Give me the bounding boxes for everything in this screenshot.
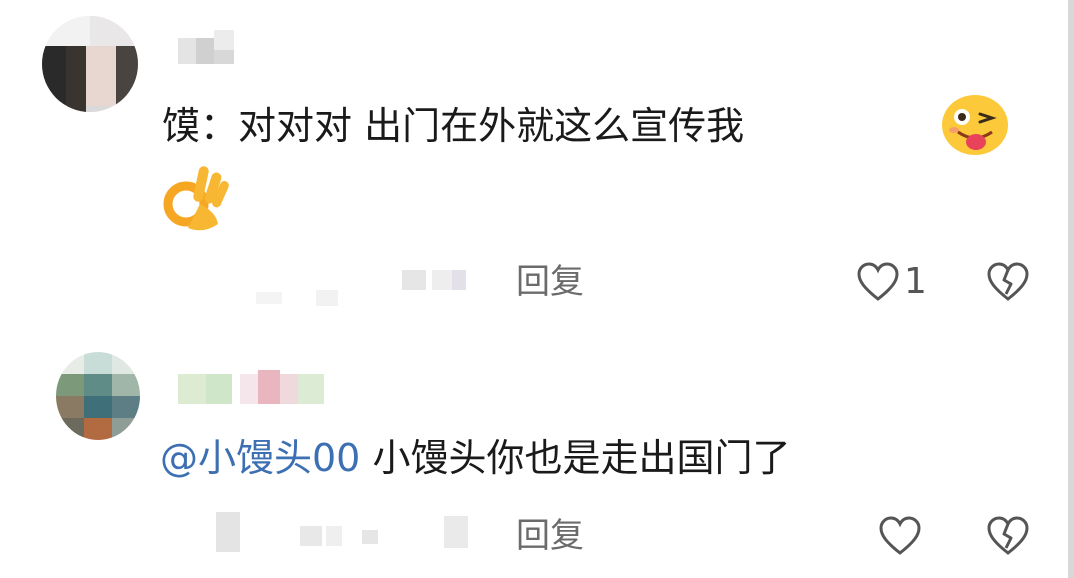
comment-prefix: 馍： xyxy=(162,104,239,148)
reply-button[interactable]: 回复 xyxy=(516,262,584,302)
timestamp-blurred xyxy=(216,512,476,556)
ok-hand-emoji xyxy=(163,166,229,231)
heart-icon xyxy=(879,516,921,555)
heart-icon xyxy=(857,262,899,301)
mention-link[interactable]: @小馒头00 xyxy=(160,436,360,480)
like-count: 1 xyxy=(904,261,927,302)
avatar[interactable] xyxy=(42,16,138,112)
like-button[interactable] xyxy=(878,516,926,556)
username-blurred[interactable] xyxy=(178,370,328,410)
broken-heart-icon[interactable] xyxy=(986,516,1030,556)
comment-text: 馍：对对对 出门在外就这么宣传我 xyxy=(162,100,744,152)
timestamp-blurred xyxy=(256,262,476,312)
username-blurred[interactable] xyxy=(178,30,248,70)
like-button[interactable]: 1 xyxy=(856,262,927,302)
comment-body: 对对对 出门在外就这么宣传我 xyxy=(238,104,745,148)
comment-text: @小馒头00 小馒头你也是走出国门了 xyxy=(160,432,790,484)
broken-heart-icon[interactable] xyxy=(986,262,1030,302)
comment-item: 馍：对对对 出门在外就这么宣传我 回复 1 xyxy=(0,0,1074,330)
reply-button[interactable]: 回复 xyxy=(516,516,584,556)
wink-tongue-emoji xyxy=(942,95,1008,155)
comment-item: @小馒头00 小馒头你也是走出国门了 回复 xyxy=(0,340,1074,578)
avatar[interactable] xyxy=(56,352,140,440)
comment-body: 小馒头你也是走出国门了 xyxy=(372,436,791,480)
edge-divider xyxy=(1068,0,1074,578)
